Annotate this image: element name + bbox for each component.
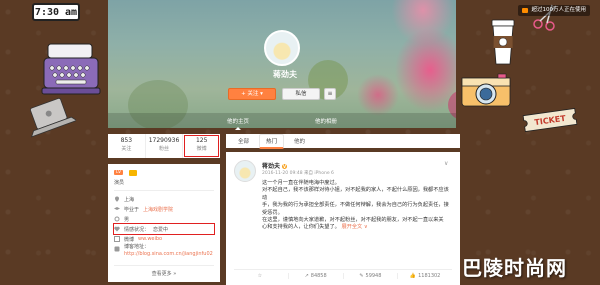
- info-tag: 演员: [114, 177, 214, 187]
- like-button[interactable]: 👍 1181302: [398, 273, 452, 279]
- profile-tabs: 他的主页 他的相册: [108, 113, 456, 130]
- post-line: 对不起自己，我不该那样对待小姐，对不起我的家人，不起什么原因，我都不应该动: [262, 187, 449, 201]
- chevron-down-icon[interactable]: ∨: [444, 160, 452, 167]
- stat-following-label: 关注: [121, 146, 132, 152]
- post-actions: ☆ ↗ 84858 ✎ 59948 👍 1181302: [234, 269, 452, 281]
- stat-following[interactable]: 853 关注: [108, 134, 146, 158]
- stat-followers[interactable]: 17290936 粉丝: [146, 134, 184, 158]
- follow-button[interactable]: + 关注 ▾: [228, 88, 276, 100]
- notice-icon: [521, 8, 528, 13]
- post-line: 手，我为我的行为承担全部责任，不做任何辩解，我会为自己的行为负起责任，接: [262, 202, 449, 209]
- post-line: 受惩罚。: [262, 209, 283, 216]
- heart-icon: [114, 226, 120, 232]
- stat-posts-label: 微博: [196, 146, 207, 152]
- post-author-name: 蒋劲夫: [262, 163, 281, 170]
- site-watermark: 巴陵时尚网: [462, 256, 567, 280]
- star-icon: ☆: [257, 272, 263, 279]
- profile-username: 蒋劲夫: [273, 70, 297, 79]
- stat-posts-count: 125: [195, 137, 208, 144]
- info-divider: [114, 190, 214, 191]
- feed-tabs: 全部 热门 他的: [226, 133, 460, 149]
- school-prefix: 毕业于: [124, 206, 140, 213]
- feed-tab-his[interactable]: 他的: [288, 135, 311, 147]
- stat-following-count: 853: [120, 137, 133, 144]
- coffee-cup-illustration: [491, 19, 515, 65]
- gender-icon: [114, 216, 120, 222]
- location-text: 上海: [124, 196, 135, 203]
- user-count-notice[interactable]: 超过100万人正在使用: [517, 5, 590, 16]
- post-avatar[interactable]: [234, 160, 256, 182]
- repost-button[interactable]: ↗ 84858: [289, 272, 344, 279]
- comment-count: 59948: [365, 272, 382, 279]
- repost-icon: ↗: [304, 272, 309, 279]
- more-menu-button[interactable]: ≡: [324, 88, 336, 100]
- info-relationship: 情感状况： 恋爱中: [113, 223, 215, 235]
- like-count: 1181302: [418, 272, 441, 279]
- info-tag-text: 演员: [114, 179, 125, 186]
- level-badge: LV: [114, 170, 124, 175]
- post-author[interactable]: 蒋劲夫 V: [262, 161, 288, 170]
- expand-post-link[interactable]: 展开全文 ∨: [341, 224, 367, 230]
- weibo-icon: [114, 236, 120, 242]
- blog-prefix: 博客地址：: [124, 244, 150, 250]
- comment-icon: ✎: [359, 272, 364, 279]
- info-school: 毕业于 上海戏剧学院: [114, 204, 214, 214]
- vip-icon[interactable]: [129, 169, 138, 176]
- clock-sticker: 7:30 am: [32, 3, 80, 21]
- stat-followers-count: 17290936: [148, 137, 180, 144]
- relationship-status: 恋爱中: [153, 226, 169, 233]
- feed-tab-hot[interactable]: 热门: [259, 133, 285, 149]
- post-timestamp[interactable]: 2016-11-20 09:48 来自 iPhone 6: [262, 170, 334, 176]
- avatar[interactable]: [264, 30, 300, 66]
- feed-tab-all[interactable]: 全部: [232, 135, 255, 147]
- camera-illustration: [461, 73, 511, 107]
- notice-text: 超过100万人正在使用: [531, 7, 587, 13]
- post-line: 心和支持我的人，让你们失望了。: [262, 224, 340, 231]
- school-link[interactable]: 上海戏剧学院: [143, 206, 173, 213]
- info-location: 上海: [114, 194, 214, 204]
- profile-stats: 853 关注 17290936 粉丝 125 微博: [108, 134, 220, 158]
- laptop-illustration: [30, 97, 76, 138]
- gender-text: 男: [124, 216, 130, 223]
- repost-count: 84858: [310, 272, 327, 279]
- blog-link[interactable]: http://blog.sina.com.cn/jiangjinfu02: [124, 251, 213, 257]
- ticket-illustration: TICKET: [520, 106, 580, 134]
- info-blog: 博客地址： http://blog.sina.com.cn/jiangjinfu…: [114, 244, 214, 262]
- typewriter-illustration: [41, 43, 101, 95]
- tab-homepage[interactable]: 他的主页: [221, 117, 255, 130]
- tab-album[interactable]: 他的相册: [309, 117, 343, 125]
- feed-post: 蒋劲夫 V 2016-11-20 09:48 来自 iPhone 6 ∨ 这一个月…: [226, 152, 460, 285]
- stat-followers-label: 粉丝: [159, 146, 170, 152]
- blog-icon: [114, 246, 120, 252]
- verified-badge-icon: V: [282, 164, 288, 169]
- info-divider: [114, 265, 214, 266]
- info-weibo: 微博 ww.weibo: [114, 234, 214, 244]
- post-body: 这一个月一直在伴随电海中度过。 对不起自己，我不该那样对待小姐，对不起我的家人，…: [262, 180, 450, 232]
- message-button[interactable]: 私信: [282, 88, 320, 100]
- level-row: LV: [114, 168, 214, 177]
- school-icon: [114, 207, 120, 210]
- view-more-link[interactable]: 查看更多 »: [114, 270, 214, 277]
- weibo-prefix: 微博: [124, 236, 135, 243]
- location-icon: [115, 196, 119, 202]
- weibo-link[interactable]: ww.weibo: [138, 236, 162, 242]
- relationship-prefix: 情感状况：: [124, 226, 150, 233]
- profile-info-card: LV 演员 上海 毕业于 上海戏剧学院 男 情感状况： 恋爱中 微博 ww.we…: [108, 164, 220, 282]
- favorite-button[interactable]: ☆: [234, 272, 289, 279]
- thumbs-up-icon: 👍: [409, 272, 417, 279]
- info-gender: 男: [114, 214, 214, 224]
- stat-posts[interactable]: 125 微博: [183, 134, 220, 158]
- comment-button[interactable]: ✎ 59948: [344, 272, 399, 279]
